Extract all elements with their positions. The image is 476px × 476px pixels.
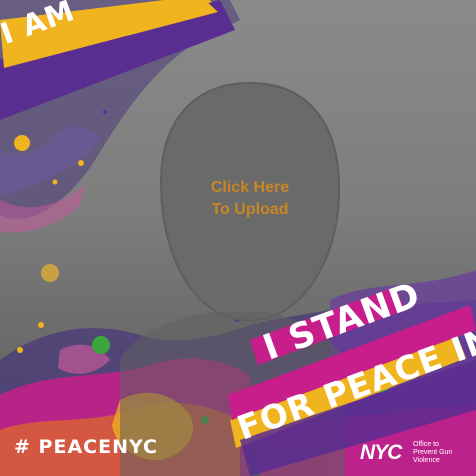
frame-canvas: I AM Click Here To Upload I STAND FOR PE… (0, 0, 476, 476)
banner-stand-stripes (228, 287, 476, 476)
nyc-office-logo: NYC Office to Prevent Gun Violence (360, 441, 460, 465)
nyc-logo-mark: NYC (360, 441, 402, 464)
office-line1: Office to (413, 441, 439, 448)
office-line2: Prevent Gun (413, 449, 453, 456)
hashtag-label: # PEACENYC (14, 436, 158, 458)
nyc-office-name: Office to Prevent Gun Violence (413, 441, 452, 465)
office-line3: Violence (413, 457, 440, 464)
